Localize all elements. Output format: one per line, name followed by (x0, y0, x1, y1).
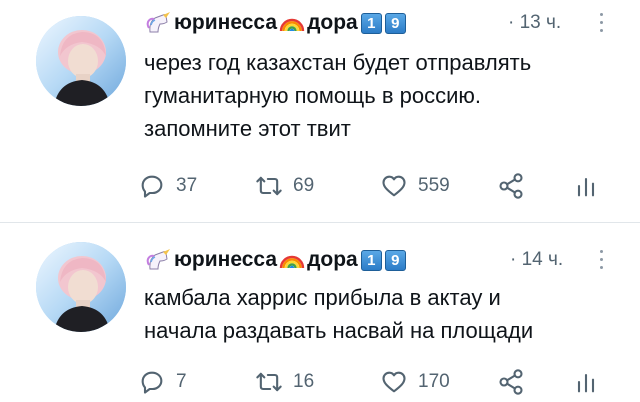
avatar[interactable] (36, 242, 126, 332)
action-bar: 7 16 170 (0, 364, 640, 400)
tweet[interactable]: юринесса дора 1 9 · 14 ч. камбала харрис… (0, 222, 640, 402)
share-icon (497, 368, 525, 396)
timestamp[interactable]: · 14 ч. (510, 249, 563, 271)
display-name[interactable]: юринесса (174, 11, 277, 35)
retweet-icon (255, 368, 283, 396)
rainbow-icon (279, 13, 305, 33)
reply-icon (138, 368, 166, 396)
share-button[interactable] (497, 364, 525, 400)
tweet-text: через год казахстан будет отправлять гум… (144, 50, 532, 141)
share-button[interactable] (497, 168, 525, 204)
stats-icon (572, 368, 600, 396)
display-name[interactable]: юринесса (174, 248, 277, 272)
rainbow-icon (279, 250, 305, 270)
like-count: 170 (418, 371, 450, 392)
share-icon (497, 172, 525, 200)
number-badge: 1 (360, 12, 382, 34)
retweet-count: 16 (293, 371, 315, 392)
retweet-icon (255, 172, 283, 200)
tweet-header: юринесса дора 1 9 (144, 245, 406, 275)
like-button[interactable]: 170 (380, 364, 450, 400)
more-icon[interactable] (598, 250, 604, 274)
reply-icon (138, 172, 166, 200)
display-name-suffix[interactable]: дора (307, 248, 358, 272)
unicorn-icon (144, 249, 172, 271)
reply-count: 37 (176, 175, 198, 196)
timestamp[interactable]: · 13 ч. (508, 12, 561, 34)
avatar[interactable] (36, 16, 126, 106)
like-count: 559 (418, 175, 450, 196)
unicorn-icon (144, 12, 172, 34)
like-icon (380, 368, 408, 396)
reply-count: 7 (176, 371, 187, 392)
number-badge: 1 (360, 249, 382, 271)
number-badge: 9 (384, 12, 406, 34)
more-icon[interactable] (598, 13, 604, 37)
stats-button[interactable] (572, 364, 600, 400)
retweet-button[interactable]: 16 (255, 364, 314, 400)
stats-button[interactable] (572, 168, 600, 204)
number-badge: 9 (384, 249, 406, 271)
tweet-text: камбала харрис прибыла в актау и начала … (144, 285, 534, 343)
action-bar: 37 69 559 (0, 168, 640, 204)
reply-button[interactable]: 7 (138, 364, 187, 400)
retweet-count: 69 (293, 175, 315, 196)
retweet-button[interactable]: 69 (255, 168, 314, 204)
tweet[interactable]: юринесса дора 1 9 · 13 ч. через год каза… (0, 0, 640, 222)
reply-button[interactable]: 37 (138, 168, 197, 204)
like-button[interactable]: 559 (380, 168, 450, 204)
tweet-header: юринесса дора 1 9 (144, 8, 406, 38)
display-name-suffix[interactable]: дора (307, 11, 358, 35)
like-icon (380, 172, 408, 200)
stats-icon (572, 172, 600, 200)
